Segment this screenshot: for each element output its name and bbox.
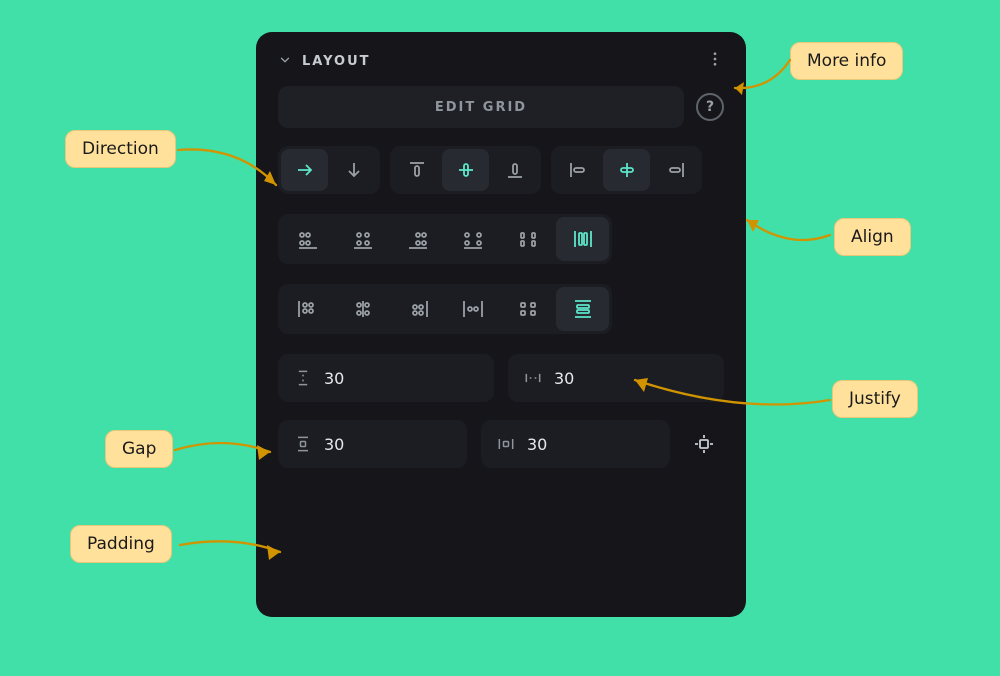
direction-row-button[interactable] — [281, 149, 328, 191]
justify-h-start-icon — [295, 226, 321, 252]
align-right-button[interactable] — [652, 149, 699, 191]
align-top-icon — [405, 158, 429, 182]
align-right-icon — [664, 158, 688, 182]
justify-v-around-icon — [515, 296, 541, 322]
horizontal-padding-value: 30 — [527, 435, 547, 454]
justify-vertical-group — [278, 284, 612, 334]
justify-v-start-icon — [295, 296, 321, 322]
align-hcenter-icon — [615, 158, 639, 182]
align-bottom-button[interactable] — [491, 149, 538, 191]
justify-v-stretch-icon — [570, 296, 596, 322]
justify-h-stretch-button[interactable] — [556, 217, 609, 261]
edit-grid-label: EDIT GRID — [435, 100, 527, 115]
align-bottom-icon — [503, 158, 527, 182]
callout-gap: Gap — [105, 430, 173, 468]
align-top-button[interactable] — [393, 149, 440, 191]
question-icon: ? — [706, 99, 714, 115]
justify-v-center-icon — [350, 296, 376, 322]
justify-h-center-button[interactable] — [336, 217, 389, 261]
justify-v-center-button[interactable] — [336, 287, 389, 331]
justify-h-between-button[interactable] — [446, 217, 499, 261]
row-gap-icon — [292, 367, 314, 389]
justify-v-around-button[interactable] — [501, 287, 554, 331]
column-gap-input[interactable]: 30 — [508, 354, 724, 402]
more-options-button[interactable] — [706, 50, 724, 72]
help-button[interactable]: ? — [696, 93, 724, 121]
arrow-down-icon — [342, 158, 366, 182]
align-hcenter-button[interactable] — [603, 149, 650, 191]
vertical-padding-input[interactable]: 30 — [278, 420, 467, 468]
horizontal-padding-icon — [495, 433, 517, 455]
chevron-down-icon — [278, 52, 292, 71]
align-left-icon — [566, 158, 590, 182]
justify-v-between-icon — [460, 296, 486, 322]
direction-group — [278, 146, 380, 194]
callout-justify: Justify — [832, 380, 918, 418]
justify-h-around-icon — [515, 226, 541, 252]
callout-padding: Padding — [70, 525, 172, 563]
column-gap-icon — [522, 367, 544, 389]
align-vcenter-icon — [454, 158, 478, 182]
align-horizontal-group — [551, 146, 702, 194]
justify-horizontal-group — [278, 214, 612, 264]
align-vcenter-button[interactable] — [442, 149, 489, 191]
edit-grid-button[interactable]: EDIT GRID — [278, 86, 684, 128]
callout-more-info: More info — [790, 42, 903, 80]
panel-header: LAYOUT — [278, 50, 724, 72]
section-toggle[interactable]: LAYOUT — [278, 52, 371, 71]
column-gap-value: 30 — [554, 369, 574, 388]
justify-v-start-button[interactable] — [281, 287, 334, 331]
justify-h-center-icon — [350, 226, 376, 252]
vertical-padding-icon — [292, 433, 314, 455]
justify-h-end-button[interactable] — [391, 217, 444, 261]
callout-align: Align — [834, 218, 911, 256]
layout-panel: LAYOUT EDIT GRID ? — [256, 32, 746, 617]
horizontal-padding-input[interactable]: 30 — [481, 420, 670, 468]
justify-v-stretch-button[interactable] — [556, 287, 609, 331]
row-gap-value: 30 — [324, 369, 344, 388]
justify-v-end-icon — [405, 296, 431, 322]
direction-column-button[interactable] — [330, 149, 377, 191]
justify-h-stretch-icon — [570, 226, 596, 252]
callout-direction: Direction — [65, 130, 176, 168]
align-left-button[interactable] — [554, 149, 601, 191]
justify-v-between-button[interactable] — [446, 287, 499, 331]
justify-h-between-icon — [460, 226, 486, 252]
justify-h-start-button[interactable] — [281, 217, 334, 261]
arrow-right-icon — [293, 158, 317, 182]
vertical-padding-value: 30 — [324, 435, 344, 454]
section-title: LAYOUT — [302, 54, 371, 69]
dots-vertical-icon — [706, 50, 724, 68]
expand-padding-button[interactable] — [684, 424, 724, 464]
align-vertical-group — [390, 146, 541, 194]
row-gap-input[interactable]: 30 — [278, 354, 494, 402]
justify-v-end-button[interactable] — [391, 287, 444, 331]
expand-icon — [692, 432, 716, 456]
justify-h-end-icon — [405, 226, 431, 252]
justify-h-around-button[interactable] — [501, 217, 554, 261]
